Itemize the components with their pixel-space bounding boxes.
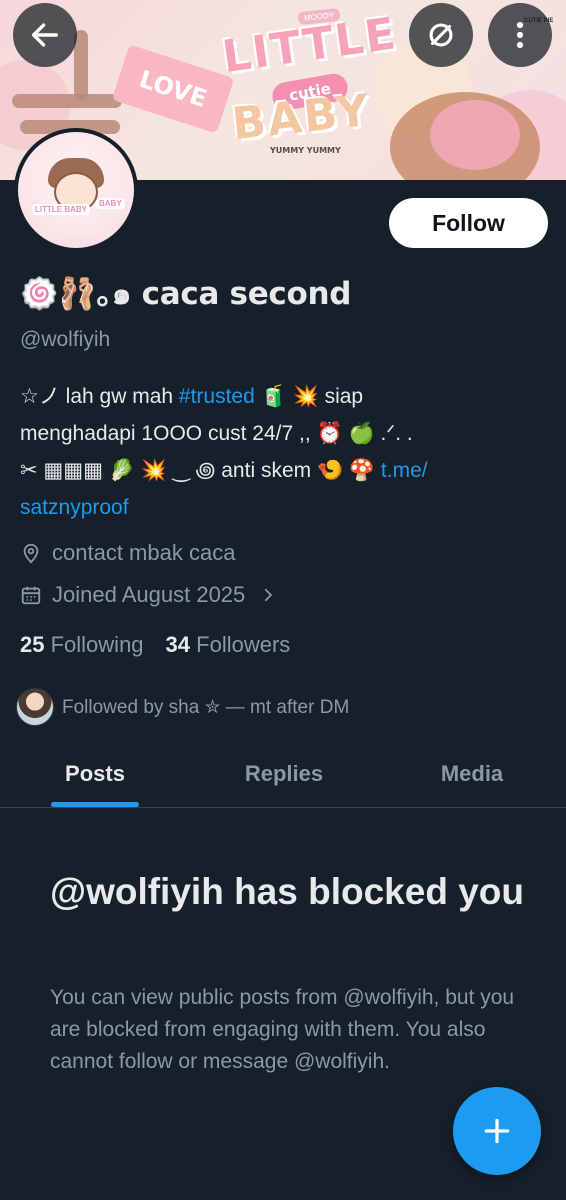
bio-line-3: ✂ ▦▦▦ 🥬 💥 ‿ ꩜ anti skem 🍤 🍄 t.me/ [20,452,550,489]
more-options-button[interactable] [488,3,552,67]
bio-text: ☆ノ lah gw mah [20,385,179,408]
banner-love-sticker: LOVE [111,44,235,134]
follow-button[interactable]: Follow [389,198,548,248]
tab-posts[interactable]: Posts [0,740,190,808]
avatar-tag-little-baby: LITTLE BABY [32,204,90,215]
followed-by-row[interactable]: Followed by sha ✮ — mt after DM [16,688,349,726]
tab-media[interactable]: Media [378,740,566,808]
banner-baby-text: BABY [229,84,373,151]
profile-tabs: Posts Replies Media [0,740,566,808]
bio-hashtag-link[interactable]: #trusted [179,385,255,408]
location-pin-icon [23,543,39,564]
bio-url-link-cont[interactable]: satznyproof [20,496,129,519]
bio-line-2: menghadapi 1OOO cust 24/7 ,, ⏰ 🍏 .ᐟ. . [20,422,413,445]
blocked-description: You can view public posts from @wolfiyih… [50,986,515,1073]
sync-button[interactable] [409,3,473,67]
following-label: Following [50,632,144,657]
compose-fab[interactable] [453,1087,541,1175]
display-name: 🍥🩰｡๑ caca second [20,276,352,312]
bio-text: ✂ ▦▦▦ 🥬 💥 ‿ ꩜ anti skem 🍤 🍄 [20,459,381,482]
followers-count: 34 [165,632,191,657]
avatar-tag-baby: BABY [96,198,125,209]
followed-by-text: Followed by sha ✮ — mt after DM [62,696,350,718]
followers-label: Followers [196,632,291,657]
user-handle: @wolfiyih [20,328,111,351]
following-count: 25 [20,632,45,657]
more-vertical-icon [516,21,524,49]
banner-yummy-text: YUMMY YUMMY [270,146,341,155]
joined-text: Joined August 2025 [52,582,246,607]
banner-little-text: LITTLE [219,8,401,83]
sync-off-icon [429,23,453,47]
profile-location: contact mbak caca [20,540,235,566]
followers-link[interactable]: 34 Followers [166,632,291,657]
plus-icon [484,1118,510,1144]
bio-text: 🧃 💥 siap [254,385,364,408]
profile-page: LOVE MOODY LITTLE cutie BABY YUMMY YUMMY… [0,0,566,1200]
follow-stats: 25 Following 34 Followers [20,632,290,658]
bio-url-link[interactable]: t.me/ [381,459,428,482]
back-button[interactable] [13,3,77,67]
chevron-right-icon [265,588,273,602]
blocked-title: @wolfiyih has blocked you [50,871,524,912]
arrow-left-icon [31,23,59,47]
location-text: contact mbak caca [52,540,236,565]
tab-replies[interactable]: Replies [190,740,378,808]
profile-avatar[interactable]: LITTLE BABY BABY [14,128,138,252]
following-link[interactable]: 25 Following [20,632,144,657]
bio-line-1: ☆ノ lah gw mah #trusted 🧃 💥 siap [20,378,550,415]
bio-line-4: satznyproof [20,489,550,526]
active-tab-indicator [51,802,139,807]
follower-avatar [16,688,54,726]
profile-bio: ☆ノ lah gw mah #trusted 🧃 💥 siap menghada… [20,378,550,526]
profile-joined[interactable]: Joined August 2025 [20,582,287,608]
calendar-icon [21,586,41,605]
